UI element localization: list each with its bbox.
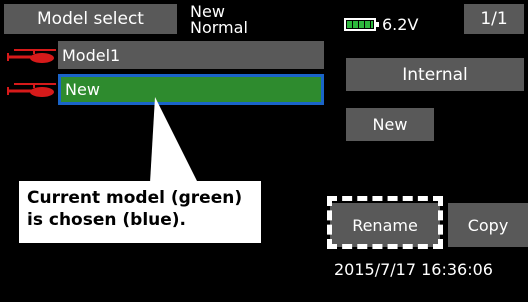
battery-icon [344,18,379,31]
datetime-display: 2015/7/17 16:36:06 [334,260,493,279]
callout-line-1: Current model (green) [27,188,243,208]
new-model-button[interactable]: New [346,108,434,141]
current-model-status: New Normal [190,4,340,38]
copy-button[interactable]: Copy [448,203,528,247]
current-model-mode: Normal [190,18,248,37]
battery-voltage: 6.2V [382,15,419,34]
rename-button[interactable]: Rename [330,203,440,247]
page-indicator-button[interactable]: 1/1 [464,4,524,34]
helicopter-icon [7,83,56,97]
callout-annotation: Current model (green) is chosen (blue). [19,181,261,243]
callout-line-2: is chosen (blue). [27,210,187,230]
model-list-item-model1[interactable]: Model1 [58,41,324,69]
model-list-item-label: Model1 [62,45,121,65]
battery-indicator: 6.2V [344,15,418,34]
helicopter-icon [7,49,56,63]
internal-storage-button[interactable]: Internal [346,58,524,91]
model-list-item-label: New [65,80,100,99]
model-select-title-button[interactable]: Model select [4,4,177,34]
model-list-item-new[interactable]: New [58,74,324,105]
